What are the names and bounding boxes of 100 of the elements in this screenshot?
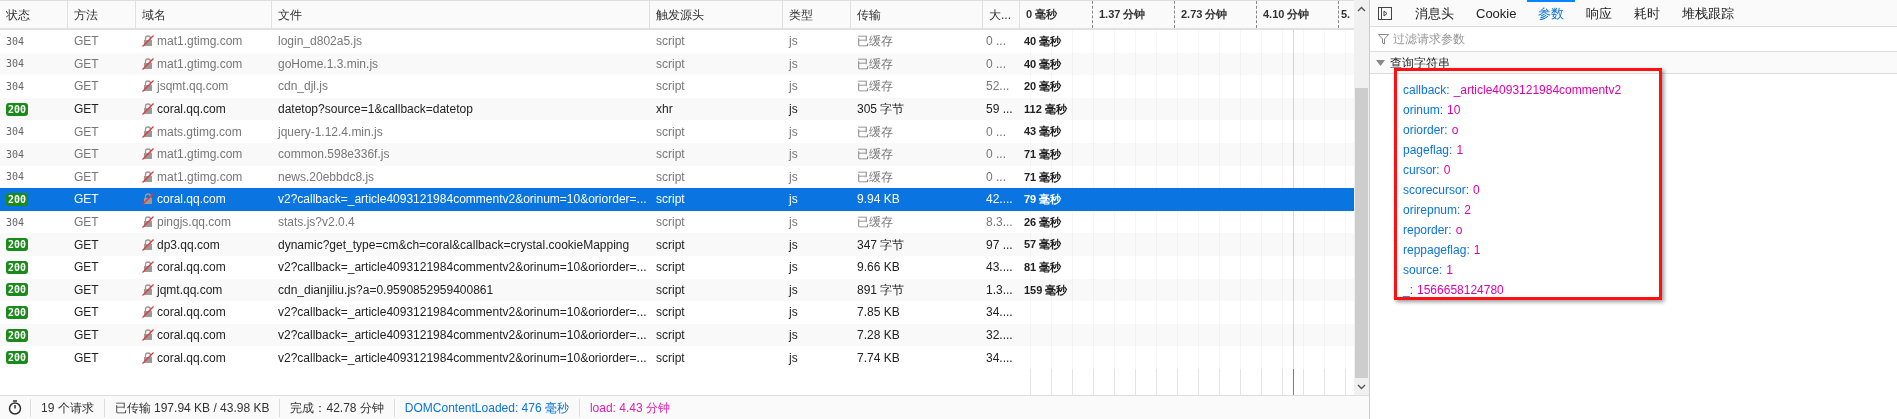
table-cell-text: v2?callback=_article4093121984commentv2&orinum=10&oriorder=... <box>278 327 647 344</box>
table-cell-text: script <box>656 191 685 209</box>
table-cell-text: coral.qq.com <box>157 101 226 119</box>
section-title: 查询字符串 <box>1390 54 1450 72</box>
table-cell-text: script <box>656 304 685 322</box>
status-badge: 200 <box>6 238 29 252</box>
param-value: 10 <box>1447 102 1461 119</box>
timing-label: 159 毫秒 <box>1024 282 1068 298</box>
param-name: source: <box>1403 262 1443 279</box>
column-header[interactable]: 传输 <box>851 1 983 28</box>
table-cell-text: GET <box>74 78 99 96</box>
param-name: oriorder: <box>1403 122 1448 139</box>
timing-label: 112 毫秒 <box>1024 101 1067 117</box>
request-row[interactable]: 200 GET coral.qq.com v2?callback=_article4093121984commentv2&orinum=10&oriorder=... script js 7.28 KB 32.... <box>0 323 1354 347</box>
table-cell-text: 已缓存 <box>857 123 893 141</box>
param-name: pageflag: <box>1403 142 1453 159</box>
param-value: 0 <box>1473 182 1480 199</box>
table-cell-text: 34.... <box>986 349 1013 367</box>
table-cell-text: js <box>789 214 798 232</box>
param-name: reporder: <box>1403 222 1452 239</box>
column-header[interactable]: 大... <box>983 1 1020 28</box>
timing-label: 43 毫秒 <box>1024 124 1062 140</box>
timing-label: 40 毫秒 <box>1024 56 1062 72</box>
status-badge: 200 <box>6 328 29 342</box>
table-cell-text: 已缓存 <box>857 214 893 232</box>
table-cell-text: script <box>656 33 685 51</box>
table-cell-text: 已缓存 <box>857 33 893 51</box>
column-header[interactable]: 触发源头 <box>650 1 783 28</box>
table-cell-text: v2?callback=_article4093121984commentv2&orinum=10&oriorder=... <box>278 259 647 277</box>
table-cell-text: mat1.gtimg.com <box>157 33 243 51</box>
table-cell-text: 已缓存 <box>857 168 893 186</box>
table-cell-text: GET <box>74 259 99 277</box>
status-code: 304 <box>6 170 25 185</box>
column-header[interactable]: 域名 <box>136 1 272 28</box>
table-cell-text: 9.94 KB <box>857 191 900 209</box>
param-value: _article4093121984commentv2 <box>1453 82 1622 99</box>
request-row[interactable]: 200 GET dp3.qq.com dynamic?get_type=cm&ch=coral&callback=crystal.cookieMapping script js 347 字节 97 ... 57 毫秒 <box>0 233 1354 256</box>
table-cell-text: news.20ebbdc8.js <box>278 168 375 186</box>
table-cell-text: 7.74 KB <box>857 349 900 367</box>
request-row[interactable]: 200 GET coral.qq.com v2?callback=_article4093121984commentv2&orinum=10&oriorder=... script js 9.94 KB 42.... 79 毫秒 <box>0 188 1354 211</box>
table-cell-text: script <box>656 146 685 164</box>
details-tab[interactable]: 耗时 <box>1623 0 1672 26</box>
param-name: orinum: <box>1403 102 1443 119</box>
table-cell-text: GET <box>74 349 99 367</box>
table-cell-text: js <box>789 304 798 322</box>
timing-label: 40 毫秒 <box>1024 34 1062 50</box>
details-tab[interactable]: 响应 <box>1575 0 1624 26</box>
table-cell-text: mats.gtimg.com <box>157 123 242 141</box>
table-cell-text: script <box>656 327 685 344</box>
table-cell-text: 97 ... <box>986 236 1013 254</box>
table-cell-text: GET <box>74 33 99 51</box>
table-cell-text: 已缓存 <box>857 78 893 96</box>
details-tab[interactable]: 消息头 <box>1404 0 1465 26</box>
param-value: o <box>1451 122 1459 139</box>
table-cell-text: v2?callback=_article4093121984commentv2&orinum=10&oriorder=... <box>278 349 647 367</box>
timing-label: 20 毫秒 <box>1024 79 1062 95</box>
request-row[interactable]: 200 GET coral.qq.com datetop?source=1&callback=datetop xhr js 305 字节 59 ... 112 毫秒 <box>0 97 1354 121</box>
table-cell-text: dynamic?get_type=cm&ch=coral&callback=crystal.cookieMapping <box>278 236 630 254</box>
param-value: 1 <box>1456 142 1464 159</box>
details-tab[interactable]: 参数 <box>1527 0 1576 26</box>
table-cell-text: 0 ... <box>986 33 1006 51</box>
timeline-tick-label: 2.73 分钟 <box>1181 7 1228 23</box>
table-cell-text: v2?callback=_article4093121984commentv2&orinum=10&oriorder=... <box>278 191 647 209</box>
request-row[interactable]: 304 GET mat1.gtimg.com goHome.1.3.min.js script js 已缓存 0 ... 40 毫秒 <box>0 52 1354 76</box>
filter-input[interactable]: 过滤请求参数 <box>1393 30 1889 48</box>
table-cell-text: js <box>789 146 798 164</box>
table-cell-text: 已缓存 <box>857 55 893 73</box>
table-cell-text: script <box>656 349 685 367</box>
table-cell-text: coral.qq.com <box>157 349 226 367</box>
column-header[interactable]: 类型 <box>783 1 851 28</box>
table-cell-text: 8.3... <box>986 214 1013 232</box>
table-cell-text: dp3.qq.com <box>157 236 220 254</box>
table-cell-text: 43.... <box>986 259 1013 277</box>
column-header[interactable]: 状态 <box>0 1 68 28</box>
table-cell-text: js <box>789 33 798 51</box>
table-cell-text: script <box>656 78 685 96</box>
table-cell-text: jquery-1.12.4.min.js <box>278 123 383 141</box>
details-tab[interactable]: Cookie <box>1465 0 1528 26</box>
status-code: 304 <box>6 215 25 230</box>
column-header[interactable]: 方法 <box>68 1 136 28</box>
table-cell-text: 0 ... <box>986 123 1006 141</box>
table-cell-text: script <box>656 236 685 254</box>
table-cell-text: 0 ... <box>986 168 1006 186</box>
details-tab[interactable]: 堆栈跟踪 <box>1671 0 1746 26</box>
column-header[interactable]: 文件 <box>272 1 650 28</box>
table-cell-text: 34.... <box>986 304 1013 322</box>
table-cell-text: xhr <box>656 101 673 119</box>
table-cell-text: js <box>789 349 798 367</box>
timeline-tick-label: 5. <box>1341 7 1351 23</box>
table-cell-text: script <box>656 259 685 277</box>
request-row[interactable]: 200 GET jqmt.qq.com cdn_dianjiliu.js?a=0.9590852959400861 script js 891 字节 1.3... 159 毫秒 <box>0 278 1354 302</box>
table-cell-text: js <box>789 281 798 299</box>
load-time: load: 4.43 分钟 <box>578 398 680 417</box>
section-header[interactable]: 查询字符串 <box>1370 52 1897 74</box>
table-cell-text: GET <box>74 327 99 344</box>
param-value: 0 <box>1443 162 1451 179</box>
table-cell-text: GET <box>74 123 99 141</box>
param-name: scorecursor: <box>1403 182 1470 199</box>
request-row[interactable]: 304 GET mat1.gtimg.com common.598e336f.js script js 已缓存 0 ... 71 毫秒 <box>0 142 1354 166</box>
status-badge: 200 <box>6 351 29 365</box>
